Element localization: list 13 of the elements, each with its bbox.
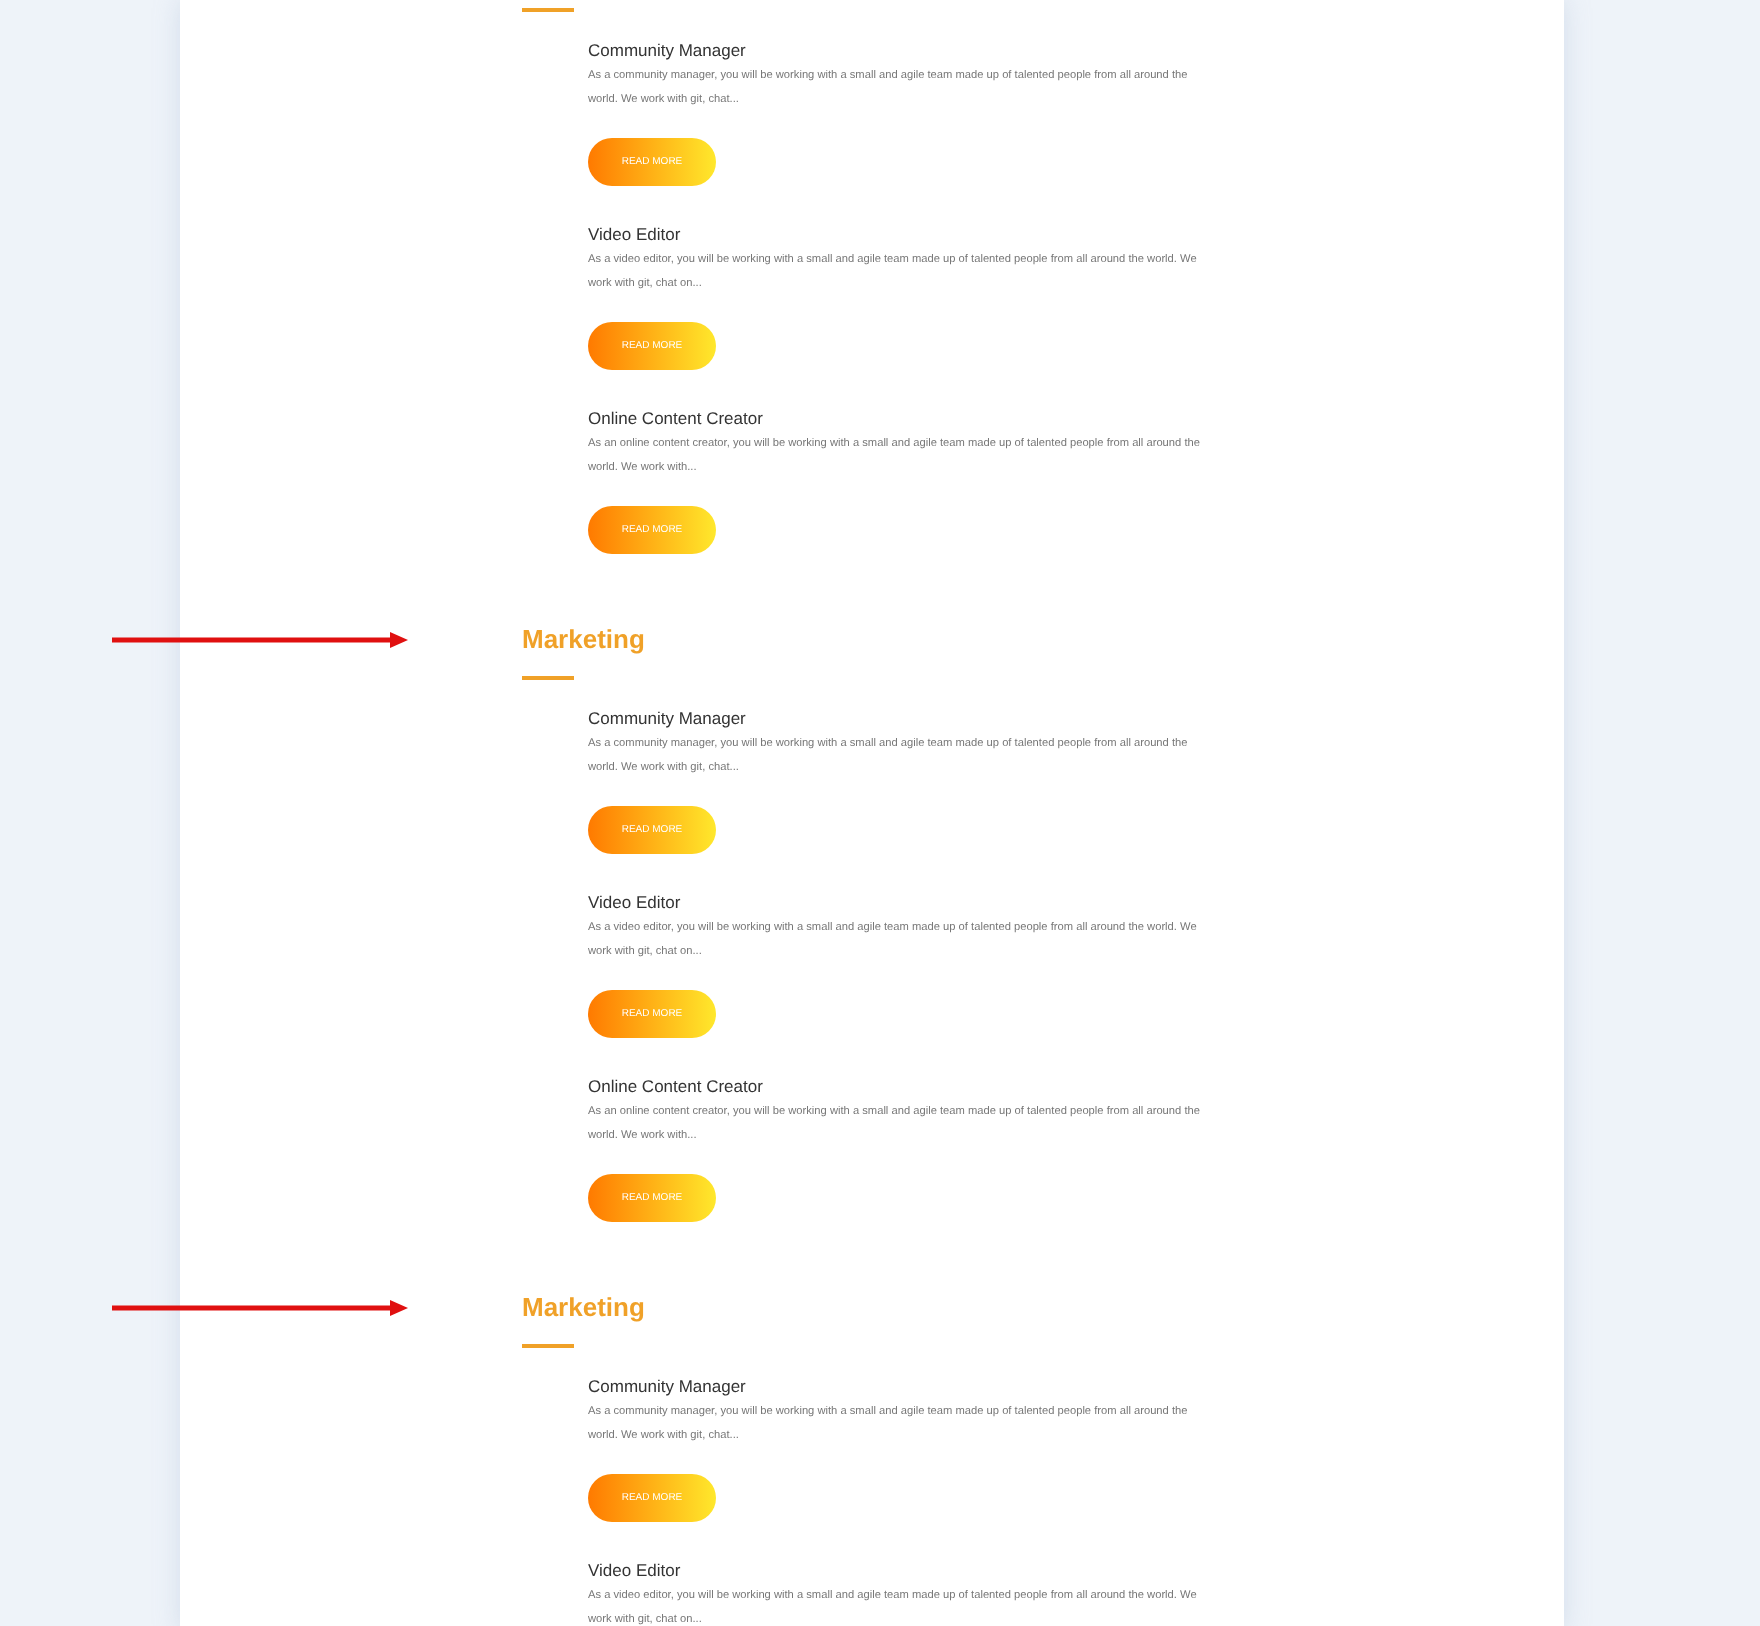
job-title: Online Content Creator (588, 1074, 765, 1098)
job-title: Community Manager (588, 38, 748, 62)
job-title: Video Editor (588, 890, 683, 914)
heading-underline (522, 676, 574, 680)
job-title: Video Editor (588, 1558, 683, 1582)
job-title: Video Editor (588, 222, 683, 246)
job-title: Community Manager (588, 706, 748, 730)
section-heading: Marketing (522, 624, 647, 656)
job-title: Online Content Creator (588, 406, 765, 430)
job-title: Community Manager (588, 1374, 748, 1398)
heading-underline (522, 1344, 574, 1348)
section-heading: Marketing (522, 1292, 647, 1324)
heading-underline (522, 8, 574, 12)
